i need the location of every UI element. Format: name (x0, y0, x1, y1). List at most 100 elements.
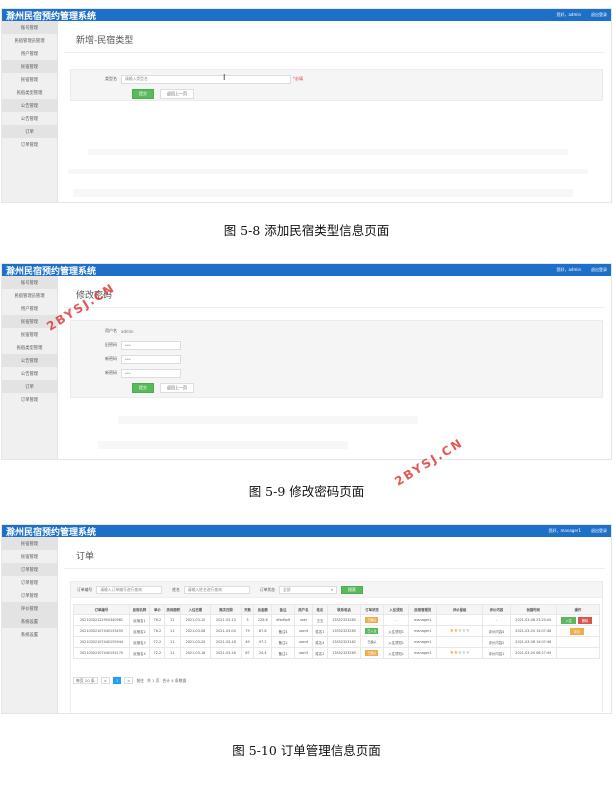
screenshot-add-homestay-type: 滁州民宿预约管理系统 您好，admin 退出登录 账号管理 民宿管理员管理 用户… (1, 8, 612, 203)
column-header: 备注 (271, 604, 295, 615)
logout-link[interactable]: 退出登录 (591, 528, 607, 534)
sidebar-item[interactable]: 用户管理 (2, 302, 57, 315)
faded-area (88, 149, 568, 155)
row-action-button[interactable]: 评价 (569, 627, 585, 635)
column-header: 离店日期 (210, 604, 242, 615)
sidebar-item[interactable]: 民宿管理员管理 (2, 289, 57, 302)
submit-button[interactable]: 提交 (132, 89, 154, 99)
type-name-input[interactable]: 请输入类型名 (121, 74, 291, 84)
sidebar-item[interactable]: 民宿管理 (2, 73, 57, 86)
row-action-button[interactable]: 删除 (577, 616, 593, 624)
sidebar-item[interactable]: 民宿管理 (2, 60, 57, 73)
sidebar-item[interactable]: 订单管理 (2, 576, 57, 589)
sidebar-item[interactable]: 订单管理 (2, 563, 57, 576)
column-header: 民宿管理员 (408, 604, 438, 615)
table-cell: user3 (294, 647, 313, 659)
table-cell: 2021-03-13 (210, 614, 242, 626)
sidebar-item[interactable]: 公告管理 (2, 354, 57, 367)
old-password-input[interactable]: *** (121, 340, 181, 350)
order-panel: 订单编号 请输入订单编号进行查询 姓名 请输入姓名进行查询 订单状态 全部 ▾ … (70, 581, 603, 713)
table-header-row: 订单编号 民宿名称 单价 房间面积 入住日期 离店日期 天数 总金额 备注 用户… (73, 604, 601, 615)
table-cell: 20210302107440155944 (73, 636, 130, 648)
field-label: 类型名 (105, 76, 117, 81)
table-cell: 姓名4 (311, 636, 329, 648)
app-title: 滁州民宿预约管理系统 (6, 266, 97, 277)
figure-caption: 图 5-10 订单管理信息页面 (232, 743, 381, 758)
search-button[interactable]: 搜索 (340, 585, 363, 594)
sidebar-item[interactable]: 民宿管理 (2, 550, 57, 563)
sidebar-item[interactable]: 评价管理 (2, 602, 57, 615)
sidebar-item[interactable]: 订单 (2, 380, 57, 393)
sidebar-item[interactable]: 民宿管理 (2, 537, 57, 550)
status-badge: 已确认 (365, 617, 379, 623)
table-cell: 97.2 (253, 636, 273, 648)
table-cell (555, 647, 601, 659)
table-cell: user4 (294, 636, 313, 648)
sidebar-item[interactable]: 系统设置 (2, 628, 57, 641)
table-row: 20210302107440153455 民宿名2 76.2 21 2021-03-08… (73, 625, 601, 637)
sidebar-item[interactable]: 账号管理 (2, 276, 57, 289)
sidebar-item[interactable]: 用户管理 (2, 47, 57, 60)
table-cell: 备注4 (271, 625, 295, 637)
order-no-input[interactable]: 请输入订单编号进行查询 (96, 585, 163, 594)
table-cell: user (294, 614, 313, 626)
page-number-button[interactable]: 1 (112, 677, 122, 684)
table-cell: 13552323162 (327, 636, 362, 648)
status-label: 订单状态 (259, 586, 275, 592)
table-cell (436, 614, 483, 626)
sidebar-item[interactable]: 公告管理 (2, 112, 57, 125)
column-header: 房间面积 (164, 604, 181, 615)
table-cell: 2021-03-04 08:27:49 (509, 647, 557, 659)
table-cell: 评价内容4 (481, 625, 511, 637)
new-password-input[interactable]: *** (121, 354, 181, 364)
status-select[interactable]: 全部 ▾ (278, 585, 337, 594)
logout-link[interactable]: 退出登录 (591, 12, 607, 18)
confirm-password-input[interactable]: *** (121, 368, 181, 378)
sidebar-item[interactable]: 订单 (2, 125, 57, 138)
sidebar-item[interactable]: 民宿类型管理 (2, 341, 57, 354)
column-header: 联系电话 (327, 604, 362, 615)
status-select-value: 全部 (282, 586, 291, 592)
page-size-select[interactable]: 每页 10 条 (73, 677, 98, 684)
table-cell: 21 (164, 636, 181, 648)
submit-button[interactable]: 提交 (132, 383, 154, 393)
sidebar-item[interactable]: 订单管理 (2, 589, 57, 602)
table-row: 20210302107440155170 民宿名4 72.2 21 2021-03-18… (73, 647, 601, 659)
table-cell: 已确认 (360, 636, 384, 648)
table-cell: 2021-03-08 23:20:04 (509, 614, 557, 626)
name-input[interactable]: 请输入姓名进行查询 (183, 585, 250, 594)
table-cell: dfsdfsdf (271, 614, 295, 626)
back-button[interactable]: 返回上一页 (160, 89, 194, 99)
sidebar-item[interactable]: 系统设置 (2, 615, 57, 628)
logout-link[interactable]: 退出登录 (591, 267, 607, 273)
figure-caption: 图 5-8 添加民宿类型信息页面 (223, 223, 390, 238)
column-header: 订单编号 (73, 604, 130, 615)
sidebar-item[interactable]: 民宿类型管理 (2, 86, 57, 99)
sidebar-item[interactable]: 民宿管理员管理 (2, 34, 57, 47)
document-page: 滁州民宿预约管理系统 您好，admin 退出登录 账号管理 民宿管理员管理 用户… (0, 0, 613, 787)
sidebar-item[interactable]: 订单管理 (2, 393, 57, 406)
username-label: 用户名 (105, 328, 117, 333)
table-cell: 入住须知1 (382, 636, 410, 648)
sidebar-item[interactable]: 订单管理 (2, 138, 57, 151)
top-bar: 滁州民宿预约管理系统 您好，admin 退出登录 (2, 264, 611, 277)
table-cell: 姓名1 (311, 625, 329, 637)
orders-table: 订单编号 民宿名称 单价 房间面积 入住日期 离店日期 天数 总金额 备注 用户… (73, 604, 601, 659)
next-page-button[interactable]: > (124, 677, 134, 684)
prev-page-button[interactable]: < (100, 677, 110, 684)
confirm-password-label: 新密码 (105, 370, 117, 375)
app-title: 滁州民宿预约管理系统 (6, 11, 97, 22)
row-action-button[interactable]: 入住 (561, 616, 576, 624)
sidebar: 账号管理 民宿管理员管理 用户管理 民宿管理 民宿管理 民宿类型管理 公告管理 … (2, 21, 58, 202)
column-header: 操作 (555, 604, 601, 615)
table-cell: 评价内容1 (481, 647, 511, 659)
sidebar-item[interactable]: 账号管理 (2, 21, 57, 34)
rating-stars-icon: ★★★★★ (450, 628, 470, 634)
table-row: 20210302122950340981 民宿名1 76.2 21 2021-03-10… (73, 614, 601, 626)
sidebar-item[interactable]: 公告管理 (2, 367, 57, 380)
faded-area (98, 441, 348, 449)
table-cell: - (481, 614, 511, 626)
back-button[interactable]: 返回上一页 (160, 383, 194, 393)
sidebar-item[interactable]: 公告管理 (2, 99, 57, 112)
faded-area (118, 416, 418, 424)
